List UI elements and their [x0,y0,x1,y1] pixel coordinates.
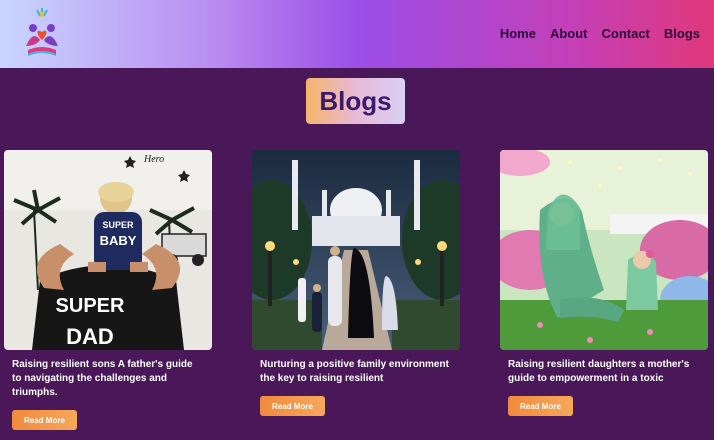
blog-card: Nurturing a positive family environment … [252,150,460,416]
page-heading-badge: Blogs [306,78,405,124]
blog-image-mother-daughter-garden[interactable] [500,150,708,350]
blog-image-father-son[interactable]: SUPER BABY SUPER DAD Hero [4,150,212,350]
image-text-super-baby-top: SUPER [102,220,134,230]
nav-about-link[interactable]: About [550,26,588,41]
read-more-button[interactable]: Read More [12,410,77,430]
blog-card-title: Raising resilient daughters a mother's g… [508,359,690,384]
read-more-button[interactable]: Read More [508,396,573,416]
image-text-hero: Hero [143,154,164,165]
blog-image-family-mosque[interactable] [252,150,460,350]
page-title: Blogs [319,85,392,116]
read-more-button[interactable]: Read More [260,396,325,416]
blog-card-title: Nurturing a positive family environment … [260,359,449,384]
image-text-dad: DAD [66,324,114,349]
nav-blogs-link[interactable]: Blogs [664,26,700,41]
navbar: Home About Contact Blogs [0,0,714,68]
nav-contact-link[interactable]: Contact [601,26,649,41]
blog-card: SUPER BABY SUPER DAD Hero Raising resili… [4,150,212,430]
nav-links: Home About Contact Blogs [500,26,700,41]
blog-card-title: Raising resilient sons A father's guide … [12,359,193,398]
image-text-baby: BABY [100,233,137,248]
blog-card: Raising resilient daughters a mother's g… [500,150,708,416]
image-text-super-dad-top: SUPER [56,295,125,317]
nav-home-link[interactable]: Home [500,26,536,41]
family-book-logo-icon[interactable] [22,6,62,62]
